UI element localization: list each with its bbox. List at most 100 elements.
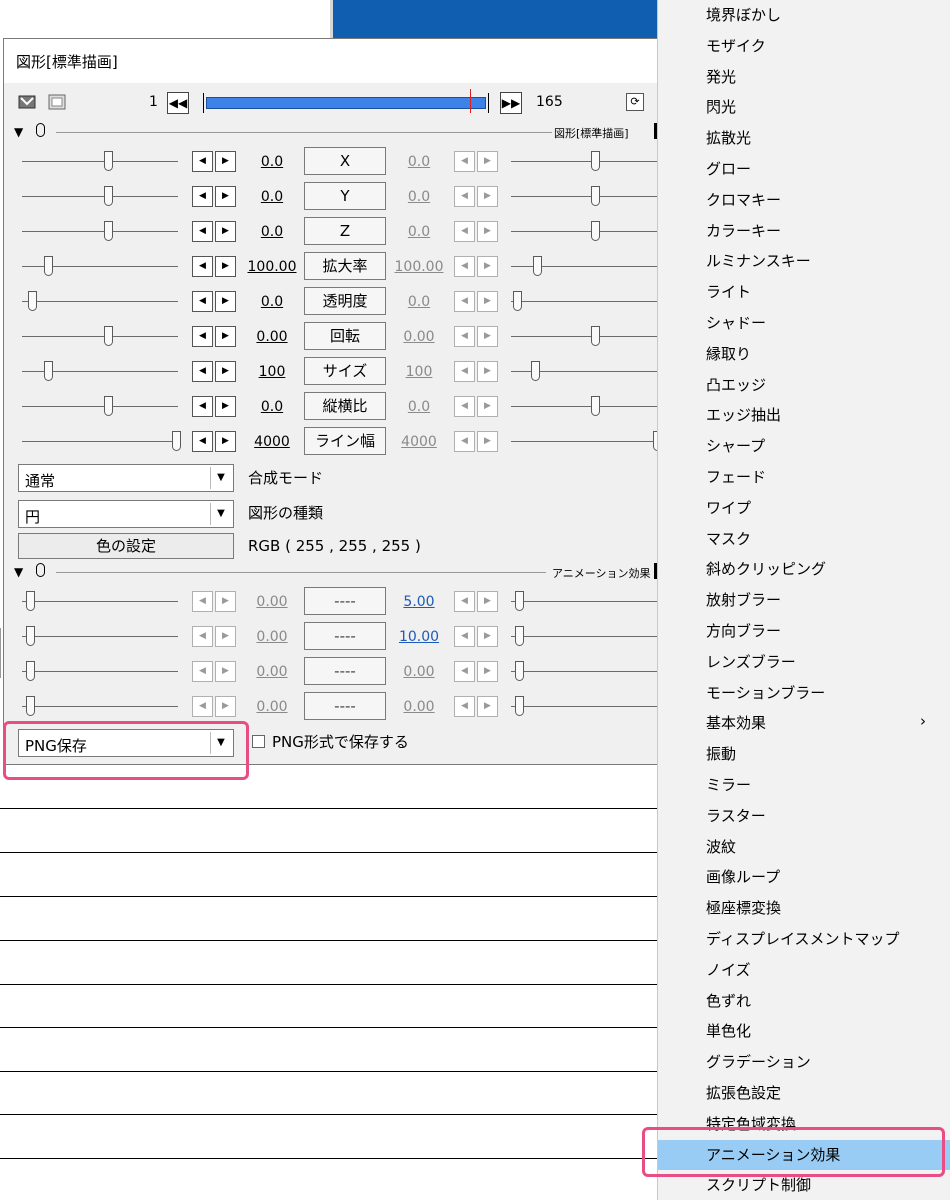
menu-item[interactable]: レンズブラー bbox=[658, 647, 950, 677]
decrement-arrow-icon[interactable]: ◀ bbox=[192, 626, 213, 647]
increment-arrow-icon[interactable]: ▶ bbox=[215, 431, 236, 452]
decrement-arrow-icon[interactable]: ◀ bbox=[192, 151, 213, 172]
left-value-stepper[interactable]: ◀ ▶ bbox=[192, 396, 238, 417]
slider-thumb[interactable] bbox=[533, 256, 542, 276]
increment-arrow-icon[interactable]: ▶ bbox=[477, 361, 498, 382]
dialog-titlebar[interactable]: 図形[標準描画] bbox=[4, 39, 662, 83]
right-value-slider[interactable] bbox=[511, 147, 661, 177]
right-value-slider[interactable] bbox=[511, 182, 661, 212]
left-value-stepper[interactable]: ◀ ▶ bbox=[192, 361, 238, 382]
parameter-button[interactable]: 回転 bbox=[304, 322, 386, 350]
decrement-arrow-icon[interactable]: ◀ bbox=[454, 361, 475, 382]
left-value-slider[interactable] bbox=[22, 657, 178, 687]
right-value-stepper[interactable]: ◀ ▶ bbox=[454, 151, 500, 172]
parameter-button[interactable]: 拡大率 bbox=[304, 252, 386, 280]
decrement-arrow-icon[interactable]: ◀ bbox=[192, 591, 213, 612]
parameter-button[interactable]: サイズ bbox=[304, 357, 386, 385]
end-value[interactable]: 0.0 bbox=[389, 224, 449, 240]
menu-item[interactable]: エッジ抽出 bbox=[658, 400, 950, 430]
start-value[interactable]: 0.0 bbox=[242, 294, 302, 310]
right-value-stepper[interactable]: ◀ ▶ bbox=[454, 396, 500, 417]
decrement-arrow-icon[interactable]: ◀ bbox=[192, 661, 213, 682]
menu-item[interactable]: カラーキー bbox=[658, 216, 950, 246]
menu-item[interactable]: 基本効果 › bbox=[658, 708, 950, 738]
increment-arrow-icon[interactable]: ▶ bbox=[477, 626, 498, 647]
left-value-slider[interactable] bbox=[22, 357, 178, 387]
end-value[interactable]: 5.00 bbox=[389, 594, 449, 610]
menu-item[interactable]: モザイク bbox=[658, 31, 950, 61]
left-value-slider[interactable] bbox=[22, 692, 178, 722]
right-value-stepper[interactable]: ◀ ▶ bbox=[454, 696, 500, 717]
decrement-arrow-icon[interactable]: ◀ bbox=[454, 291, 475, 312]
menu-item[interactable]: シャドー bbox=[658, 308, 950, 338]
decrement-arrow-icon[interactable]: ◀ bbox=[192, 186, 213, 207]
end-value[interactable]: 0.00 bbox=[389, 664, 449, 680]
decrement-arrow-icon[interactable]: ◀ bbox=[192, 291, 213, 312]
slider-thumb[interactable] bbox=[531, 361, 540, 381]
start-value[interactable]: 0.0 bbox=[242, 154, 302, 170]
increment-arrow-icon[interactable]: ▶ bbox=[477, 431, 498, 452]
increment-arrow-icon[interactable]: ▶ bbox=[215, 696, 236, 717]
slider-thumb[interactable] bbox=[104, 186, 113, 206]
right-value-slider[interactable] bbox=[511, 692, 661, 722]
refresh-icon[interactable]: ⟳ bbox=[626, 93, 644, 111]
increment-arrow-icon[interactable]: ▶ bbox=[215, 256, 236, 277]
left-value-stepper[interactable]: ◀ ▶ bbox=[192, 591, 238, 612]
increment-arrow-icon[interactable]: ▶ bbox=[215, 151, 236, 172]
menu-item[interactable]: 極座標変換 bbox=[658, 893, 950, 923]
parameter-button[interactable]: ---- bbox=[304, 692, 386, 720]
frame-scrubber[interactable] bbox=[203, 89, 489, 113]
increment-arrow-icon[interactable]: ▶ bbox=[215, 221, 236, 242]
menu-item[interactable]: ルミナンスキー bbox=[658, 246, 950, 276]
menu-item[interactable]: 境界ぼかし bbox=[658, 0, 950, 30]
slider-thumb[interactable] bbox=[44, 361, 53, 381]
increment-arrow-icon[interactable]: ▶ bbox=[477, 291, 498, 312]
right-value-slider[interactable] bbox=[511, 287, 661, 317]
menu-item[interactable]: マスク bbox=[658, 524, 950, 554]
end-value[interactable]: 100 bbox=[389, 364, 449, 380]
decrement-arrow-icon[interactable]: ◀ bbox=[454, 431, 475, 452]
left-value-slider[interactable] bbox=[22, 287, 178, 317]
left-value-slider[interactable] bbox=[22, 392, 178, 422]
left-value-slider[interactable] bbox=[22, 217, 178, 247]
start-value[interactable]: 0.00 bbox=[242, 699, 302, 715]
menu-item[interactable]: 色ずれ bbox=[658, 986, 950, 1016]
start-value[interactable]: 0.00 bbox=[242, 329, 302, 345]
start-value[interactable]: 0.0 bbox=[242, 189, 302, 205]
decrement-arrow-icon[interactable]: ◀ bbox=[192, 361, 213, 382]
right-value-stepper[interactable]: ◀ ▶ bbox=[454, 326, 500, 347]
slider-thumb[interactable] bbox=[104, 326, 113, 346]
menu-item[interactable]: 画像ループ bbox=[658, 862, 950, 892]
collapse-triangle-icon[interactable]: ▼ bbox=[14, 565, 23, 579]
slider-thumb[interactable] bbox=[44, 256, 53, 276]
end-value[interactable]: 0.00 bbox=[389, 329, 449, 345]
start-value[interactable]: 4000 bbox=[242, 434, 302, 450]
left-value-slider[interactable] bbox=[22, 622, 178, 652]
slider-thumb[interactable] bbox=[172, 431, 181, 451]
menu-item[interactable]: ワイプ bbox=[658, 493, 950, 523]
increment-arrow-icon[interactable]: ▶ bbox=[215, 661, 236, 682]
increment-arrow-icon[interactable]: ▶ bbox=[477, 696, 498, 717]
slider-thumb[interactable] bbox=[591, 221, 600, 241]
blend-mode-select[interactable]: 通常 ▼ bbox=[18, 464, 234, 492]
left-value-slider[interactable] bbox=[22, 587, 178, 617]
right-value-slider[interactable] bbox=[511, 427, 662, 457]
slider-thumb[interactable] bbox=[28, 291, 37, 311]
menu-item[interactable]: 方向ブラー bbox=[658, 616, 950, 646]
parameter-button[interactable]: Y bbox=[304, 182, 386, 210]
start-value[interactable]: 100 bbox=[242, 364, 302, 380]
increment-arrow-icon[interactable]: ▶ bbox=[215, 626, 236, 647]
right-value-slider[interactable] bbox=[511, 392, 661, 422]
menu-item[interactable]: 波紋 bbox=[658, 832, 950, 862]
decrement-arrow-icon[interactable]: ◀ bbox=[454, 186, 475, 207]
collapse-triangle-icon[interactable]: ▼ bbox=[14, 125, 23, 139]
next-keyframe-button[interactable]: ▶▶ bbox=[500, 92, 522, 114]
left-value-stepper[interactable]: ◀ ▶ bbox=[192, 431, 238, 452]
increment-arrow-icon[interactable]: ▶ bbox=[477, 221, 498, 242]
end-value[interactable]: 4000 bbox=[389, 434, 449, 450]
slider-thumb[interactable] bbox=[104, 221, 113, 241]
menu-item[interactable]: 単色化 bbox=[658, 1016, 950, 1046]
decrement-arrow-icon[interactable]: ◀ bbox=[454, 661, 475, 682]
end-value[interactable]: 0.0 bbox=[389, 154, 449, 170]
start-value[interactable]: 0.00 bbox=[242, 629, 302, 645]
